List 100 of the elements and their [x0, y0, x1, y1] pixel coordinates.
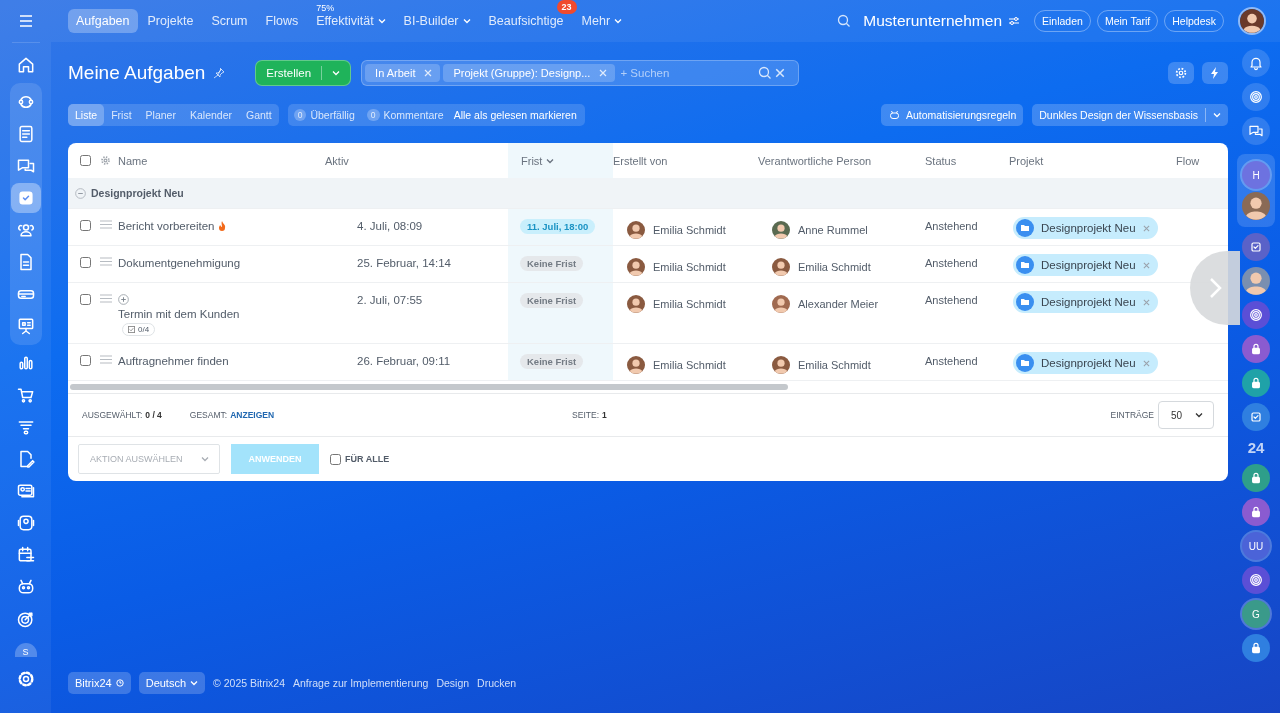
add-subtask-icon[interactable]	[118, 294, 129, 305]
filter-chip[interactable]: Projekt (Gruppe): Designp...	[443, 64, 616, 82]
footer-link[interactable]: Drucken	[477, 677, 517, 689]
project-tag[interactable]: Designprojekt Neu	[1013, 352, 1158, 374]
menu-icon[interactable]	[18, 15, 33, 27]
person-name[interactable]: Emilia Schmidt	[653, 261, 726, 273]
nav-tab[interactable]: Flows	[257, 9, 307, 33]
task-name[interactable]: Bericht vorbereiten	[118, 220, 325, 232]
sidebar-button[interactable]	[1242, 566, 1270, 594]
company-name[interactable]: Musterunternehmen	[863, 12, 1002, 30]
select-all-checkbox[interactable]	[80, 155, 91, 166]
column-header[interactable]: Flow	[1176, 143, 1228, 178]
search-icon[interactable]	[837, 14, 852, 28]
logo-text[interactable]: 24	[1247, 439, 1265, 456]
brand-button[interactable]: Bitrix24	[68, 672, 131, 694]
checkbox-icon[interactable]	[1248, 239, 1264, 255]
automation-button[interactable]: Automatisierungsregeln	[880, 104, 1024, 126]
sidebar-button[interactable]	[1242, 301, 1270, 329]
row-checkbox[interactable]	[80, 294, 91, 305]
drag-handle-icon[interactable]	[100, 294, 112, 303]
column-header[interactable]: Name	[118, 143, 325, 178]
view-tab[interactable]: Liste	[68, 104, 105, 126]
spiral-icon[interactable]	[1248, 307, 1264, 323]
sidebar-button[interactable]	[1242, 498, 1270, 526]
theme-select[interactable]: Dunkles Design der Wissensbasis	[1032, 104, 1228, 126]
project-tag[interactable]: Designprojekt Neu	[1013, 291, 1158, 313]
row-checkbox[interactable]	[80, 355, 91, 366]
nav-tab[interactable]: Aufgaben	[68, 9, 138, 33]
sidebar-button[interactable]	[1242, 634, 1270, 662]
column-header[interactable]: Status	[925, 143, 1009, 178]
user-initial[interactable]: S	[14, 643, 37, 657]
row-checkbox[interactable]	[80, 257, 91, 268]
bell-icon[interactable]	[1248, 55, 1264, 71]
user-initials[interactable]: H	[1242, 161, 1270, 189]
column-header[interactable]: Projekt	[1009, 143, 1176, 178]
footer-link[interactable]: Design	[436, 677, 470, 689]
filter-field[interactable]: In Arbeit Projekt (Gruppe): Designp... + Suchen	[361, 60, 800, 86]
person-name[interactable]: Emilia Schmidt	[653, 298, 726, 310]
nav-tab[interactable]: BI-Builder	[395, 9, 479, 33]
person-name[interactable]: Emilia Schmidt	[653, 224, 726, 236]
settings-button[interactable]	[1168, 62, 1194, 84]
action-select[interactable]: AKTION AUSWÄHLEN	[78, 444, 220, 474]
deadline-badge[interactable]: Keine Frist	[520, 354, 584, 369]
view-tab[interactable]: Planer	[138, 104, 183, 126]
user-initials[interactable]: G	[1242, 600, 1270, 628]
view-tab[interactable]: Frist	[104, 104, 139, 126]
collapse-icon[interactable]	[75, 187, 86, 199]
column-header[interactable]: Verantwortliche Person	[758, 143, 925, 178]
person-name[interactable]: Emilia Schmidt	[798, 359, 871, 371]
person-name[interactable]: Alexander Meier	[798, 298, 879, 310]
show-total-link[interactable]: ANZEIGEN	[230, 410, 275, 420]
task-name[interactable]: Dokumentgenehmigung	[118, 257, 325, 269]
settings-icon[interactable]	[100, 155, 111, 166]
person-name[interactable]: Emilia Schmidt	[653, 359, 726, 371]
chat-icon[interactable]	[1248, 123, 1264, 139]
view-tab[interactable]: Gantt	[239, 104, 279, 126]
person-name[interactable]: Emilia Schmidt	[798, 261, 871, 273]
project-tag[interactable]: Designprojekt Neu	[1013, 254, 1158, 276]
footer-link[interactable]: Anfrage zur Implementierung	[293, 677, 429, 689]
drag-handle-icon[interactable]	[100, 355, 112, 364]
deadline-badge[interactable]: Keine Frist	[520, 256, 584, 271]
filter-chip[interactable]: In Arbeit	[365, 64, 441, 82]
spiral-icon[interactable]	[1248, 572, 1264, 588]
deadline-badge[interactable]: 11. Juli, 18:00	[520, 219, 596, 234]
person-name[interactable]: Anne Rummel	[798, 224, 868, 236]
language-select[interactable]: Deutsch	[138, 672, 206, 694]
sliders-icon[interactable]	[1008, 16, 1020, 26]
create-button[interactable]: Erstellen	[255, 60, 352, 86]
project-tag[interactable]: Designprojekt Neu	[1013, 217, 1158, 239]
task-name[interactable]: Termin mit dem Kunden	[118, 308, 325, 320]
entries-select[interactable]: 50	[1158, 401, 1214, 429]
lightning-button[interactable]	[1202, 62, 1228, 84]
sidebar-button[interactable]	[1242, 117, 1270, 145]
task-name[interactable]: Auftragnehmer finden	[118, 355, 325, 367]
sidebar-button[interactable]	[1242, 49, 1270, 77]
spiral-icon[interactable]	[1248, 89, 1264, 105]
sidebar-button[interactable]	[1242, 83, 1270, 111]
row-checkbox[interactable]	[80, 220, 91, 231]
sidebar-button[interactable]	[1242, 403, 1270, 431]
sidebar-button[interactable]	[1242, 233, 1270, 261]
counter-filter[interactable]: 0 Überfällig	[287, 104, 361, 126]
mark-all-read-link[interactable]: Alle als gelesen markieren	[449, 104, 585, 126]
sidebar-button[interactable]	[1242, 335, 1270, 363]
sidebar-button[interactable]	[1242, 464, 1270, 492]
checkbox-icon[interactable]	[1248, 409, 1264, 425]
checkbox[interactable]	[330, 453, 341, 465]
user-initials[interactable]: UU	[1242, 532, 1270, 560]
scrollbar[interactable]	[70, 384, 788, 390]
column-header[interactable]: Aktiv	[325, 143, 508, 178]
nav-tab[interactable]: Projekte	[139, 9, 202, 33]
pin-icon[interactable]	[213, 67, 226, 79]
deadline-badge[interactable]: Keine Frist	[520, 293, 584, 308]
drag-handle-icon[interactable]	[100, 220, 112, 229]
view-tab[interactable]: Kalender	[182, 104, 239, 126]
column-header[interactable]: Erstellt von	[613, 143, 758, 178]
column-header[interactable]: Frist	[508, 143, 613, 178]
nav-tab[interactable]: Scrum	[203, 9, 256, 33]
search-icon[interactable]	[758, 66, 773, 80]
counter-filter[interactable]: 0 Kommentare	[360, 104, 450, 126]
drag-handle-icon[interactable]	[100, 257, 112, 266]
